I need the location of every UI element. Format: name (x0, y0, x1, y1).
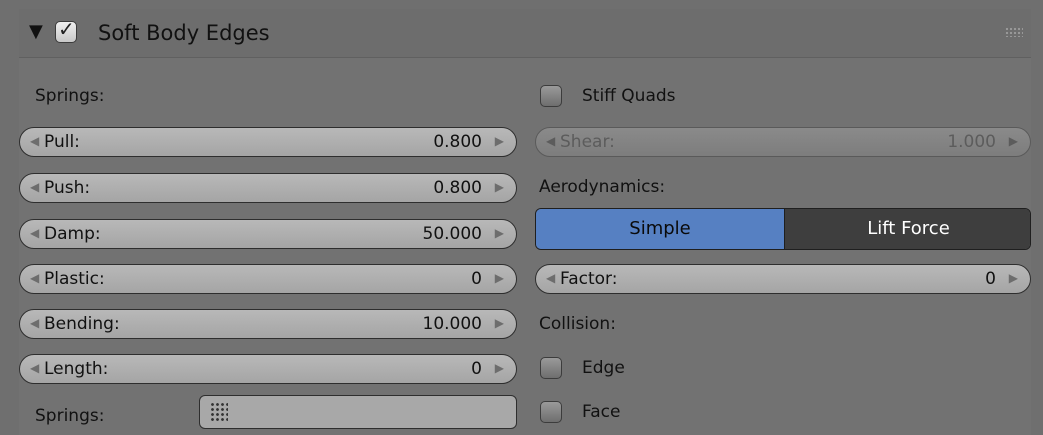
soft-body-edges-panel: ▼ ✓ Soft Body Edges Springs: ◀ Pull: 0.8… (19, 9, 1031, 435)
field-value: 50.000 (422, 224, 482, 244)
field-value: 0 (471, 269, 482, 289)
aerodynamics-label: Aerodynamics: (539, 177, 666, 197)
aero-simple-option[interactable]: Simple (536, 209, 784, 249)
springs-heading: Springs: (35, 86, 105, 106)
field-value: 1.000 (947, 132, 996, 152)
panel-header[interactable]: ▼ ✓ Soft Body Edges (19, 9, 1031, 58)
springs-group-label: Springs: (35, 406, 105, 426)
field-label: Push: (44, 178, 91, 198)
field-label: Length: (44, 359, 109, 379)
field-value: 10.000 (422, 314, 482, 334)
collision-label: Collision: (539, 314, 616, 334)
field-value: 0.800 (433, 178, 482, 198)
edge-checkbox[interactable] (540, 357, 562, 379)
field-label: Bending: (44, 314, 120, 334)
field-value: 0.800 (433, 132, 482, 152)
edge-label: Edge (582, 358, 625, 378)
field-value: 0 (985, 269, 996, 289)
field-value: 0 (471, 359, 482, 379)
increment-arrow-icon[interactable]: ▶ (495, 271, 504, 285)
decrement-arrow-icon[interactable]: ◀ (30, 361, 39, 375)
decrement-arrow-icon[interactable]: ◀ (30, 180, 39, 194)
shear-field[interactable]: ◀ Shear: 1.000 ▶ (535, 127, 1031, 157)
field-label: Plastic: (44, 269, 105, 289)
push-field[interactable]: ◀ Push: 0.800 ▶ (19, 173, 517, 203)
increment-arrow-icon[interactable]: ▶ (495, 180, 504, 194)
face-label: Face (582, 402, 621, 422)
decrement-arrow-icon[interactable]: ◀ (30, 226, 39, 240)
decrement-arrow-icon[interactable]: ◀ (546, 271, 555, 285)
field-label: Damp: (44, 224, 101, 244)
checkmark-icon: ✓ (58, 17, 75, 41)
decrement-arrow-icon[interactable]: ◀ (30, 134, 39, 148)
field-label: Factor: (560, 269, 618, 289)
bending-field[interactable]: ◀ Bending: 10.000 ▶ (19, 309, 517, 339)
damp-field[interactable]: ◀ Damp: 50.000 ▶ (19, 219, 517, 249)
vertex-group-icon (210, 402, 228, 422)
face-checkbox[interactable] (540, 401, 562, 423)
springs-vertex-group-field[interactable] (199, 395, 517, 429)
length-field[interactable]: ◀ Length: 0 ▶ (19, 354, 517, 384)
increment-arrow-icon[interactable]: ▶ (495, 226, 504, 240)
plastic-field[interactable]: ◀ Plastic: 0 ▶ (19, 264, 517, 294)
factor-field[interactable]: ◀ Factor: 0 ▶ (535, 264, 1031, 294)
stiff-quads-label: Stiff Quads (582, 86, 676, 106)
increment-arrow-icon[interactable]: ▶ (495, 316, 504, 330)
increment-arrow-icon[interactable]: ▶ (495, 361, 504, 375)
field-label: Pull: (44, 132, 80, 152)
decrement-arrow-icon[interactable]: ◀ (30, 271, 39, 285)
drag-grip-icon[interactable] (1005, 27, 1023, 37)
field-label: Shear: (560, 132, 615, 152)
increment-arrow-icon[interactable]: ▶ (495, 134, 504, 148)
aero-lift-force-option[interactable]: Lift Force (784, 209, 1030, 249)
panel-title: Soft Body Edges (98, 21, 270, 45)
increment-arrow-icon[interactable]: ▶ (1009, 271, 1018, 285)
panel-enable-checkbox[interactable]: ✓ (55, 17, 77, 43)
increment-arrow-icon[interactable]: ▶ (1009, 134, 1018, 148)
collapse-triangle-icon[interactable]: ▼ (29, 21, 43, 42)
aerodynamics-selector: Simple Lift Force (535, 208, 1031, 250)
decrement-arrow-icon[interactable]: ◀ (30, 316, 39, 330)
stiff-quads-checkbox[interactable] (540, 85, 562, 107)
pull-field[interactable]: ◀ Pull: 0.800 ▶ (19, 127, 517, 157)
decrement-arrow-icon[interactable]: ◀ (546, 134, 555, 148)
